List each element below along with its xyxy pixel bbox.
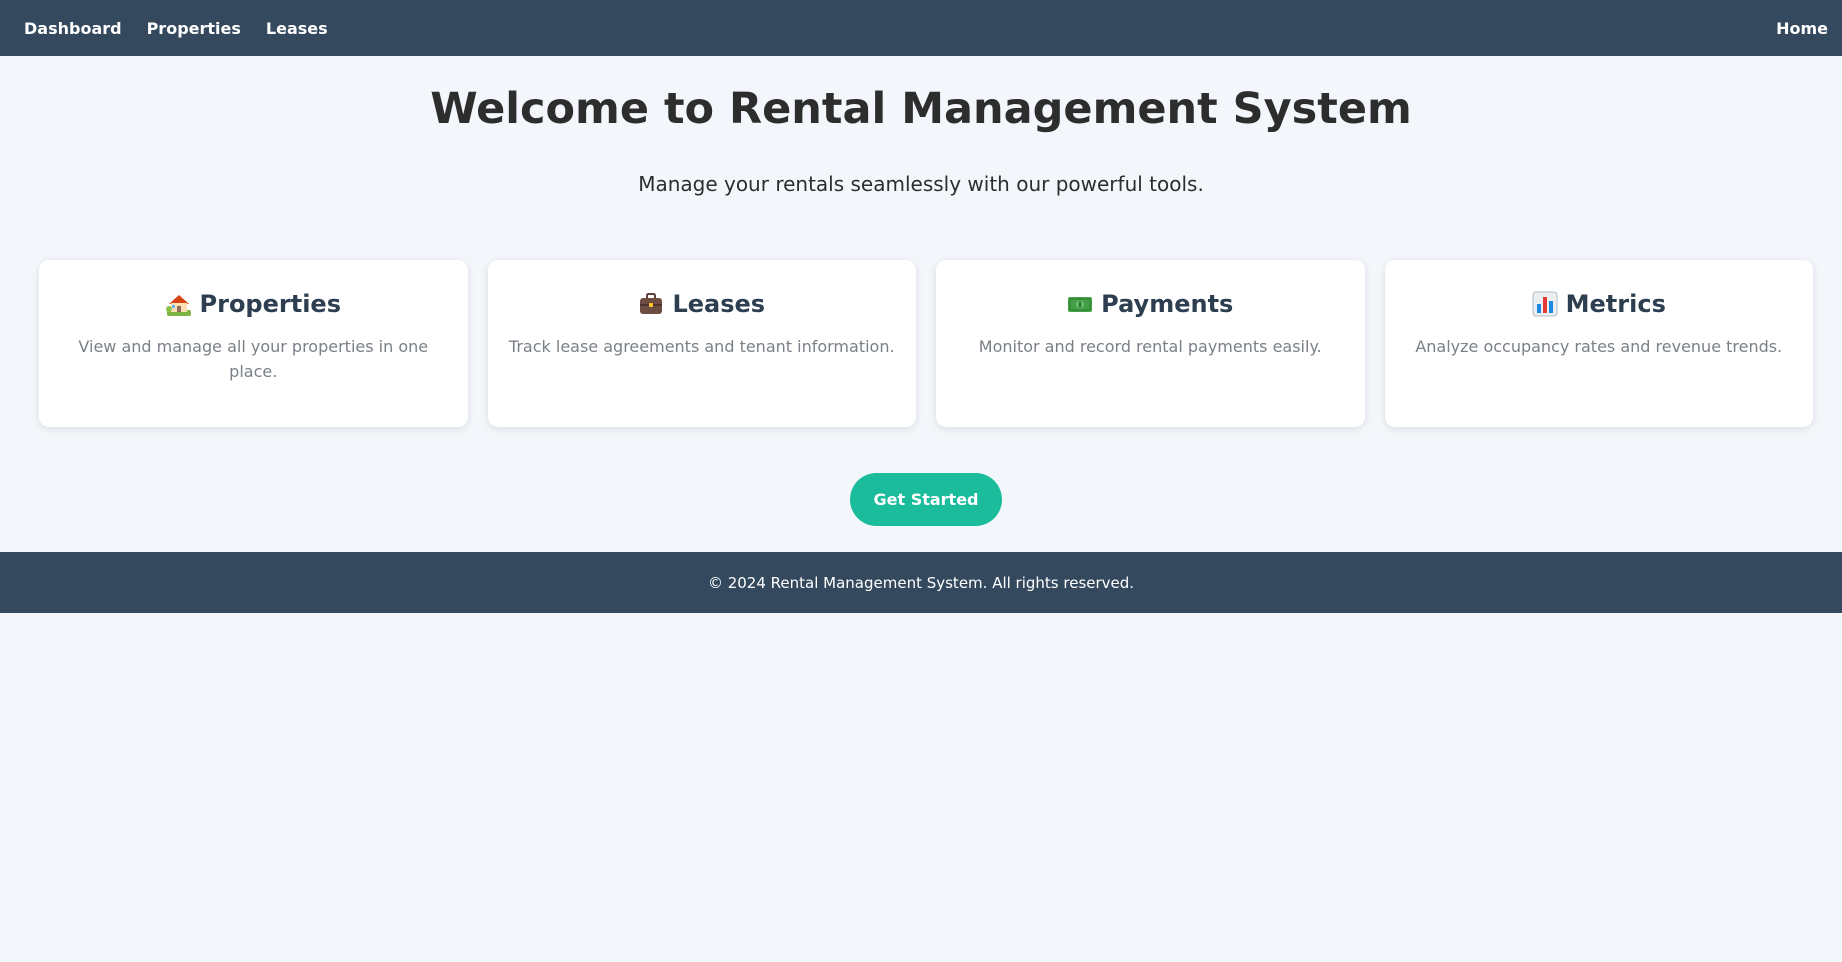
page-footer: © 2024 Rental Management System. All rig…	[0, 552, 1842, 613]
card-title-row: Leases	[506, 290, 899, 318]
card-leases: Leases Track lease agreements and tenant…	[487, 260, 916, 427]
card-title: Properties	[199, 290, 341, 318]
feature-cards: Properties View and manage all your prop…	[39, 260, 1813, 427]
bar-chart-icon	[1532, 291, 1558, 317]
nav-links: Dashboard Properties Leases	[24, 19, 1776, 38]
get-started-button[interactable]: Get Started	[850, 473, 1002, 526]
card-description: Analyze occupancy rates and revenue tren…	[1415, 337, 1783, 356]
nav-link-dashboard[interactable]: Dashboard	[24, 19, 122, 38]
card-properties: Properties View and manage all your prop…	[39, 260, 468, 427]
card-description: Monitor and record rental payments easil…	[978, 337, 1322, 356]
nav-link-properties[interactable]: Properties	[147, 19, 241, 38]
card-payments: Payments Monitor and record rental payme…	[936, 260, 1365, 427]
card-title: Metrics	[1565, 290, 1666, 318]
dollar-banknote-icon	[1068, 297, 1093, 312]
briefcase-icon	[640, 293, 663, 314]
top-navbar: Dashboard Properties Leases Home	[0, 0, 1842, 56]
card-metrics: Metrics Analyze occupancy rates and reve…	[1384, 260, 1813, 427]
card-description: View and manage all your properties in o…	[78, 337, 429, 381]
nav-link-leases[interactable]: Leases	[266, 19, 328, 38]
card-title: Payments	[1101, 290, 1234, 318]
house-garden-icon	[165, 295, 191, 316]
copyright-text: © 2024 Rental Management System. All rig…	[707, 573, 1135, 592]
card-title: Leases	[672, 290, 766, 318]
nav-link-home[interactable]: Home	[1776, 19, 1828, 38]
card-description: Track lease agreements and tenant inform…	[508, 337, 895, 356]
card-title-row: Metrics	[1403, 290, 1796, 318]
page-title: Welcome to Rental Management System	[430, 84, 1412, 134]
card-title-row: Payments	[954, 290, 1347, 318]
page-subtitle: Manage your rentals seamlessly with our …	[638, 172, 1204, 196]
card-title-row: Properties	[57, 290, 450, 318]
